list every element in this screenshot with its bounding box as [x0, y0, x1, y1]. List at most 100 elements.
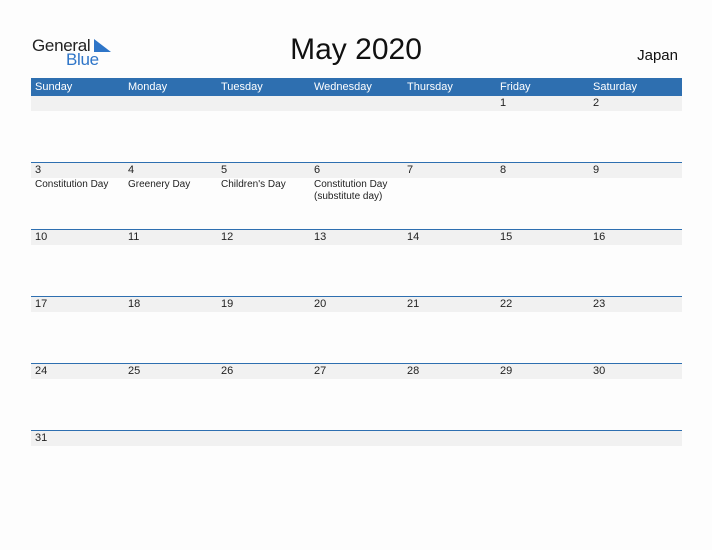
day-number: 14 — [403, 230, 496, 245]
day-number: 26 — [217, 364, 310, 379]
weekday-friday: Friday — [500, 81, 531, 93]
weekday-monday: Monday — [128, 81, 168, 93]
day-number: 5 — [217, 163, 310, 178]
day-cell: 24 — [31, 364, 124, 430]
day-cell: 10 — [31, 230, 124, 296]
day-cell: 20 — [310, 297, 403, 363]
day-cell: 5 Children's Day — [217, 163, 310, 229]
day-number: 22 — [496, 297, 589, 312]
day-number — [124, 431, 217, 446]
day-cell: 13 — [310, 230, 403, 296]
day-cell: 12 — [217, 230, 310, 296]
day-cell: 2 — [589, 96, 682, 162]
day-number: 19 — [217, 297, 310, 312]
day-number: 6 — [310, 163, 403, 178]
day-number: 11 — [124, 230, 217, 245]
day-number: 29 — [496, 364, 589, 379]
day-number: 2 — [589, 96, 682, 111]
day-number: 27 — [310, 364, 403, 379]
day-cell — [217, 431, 310, 497]
day-cell: 9 — [589, 163, 682, 229]
day-cell: 11 — [124, 230, 217, 296]
day-cell — [310, 96, 403, 162]
weekday-sunday: Sunday — [35, 81, 73, 93]
day-number: 4 — [124, 163, 217, 178]
holiday-label: Greenery Day — [128, 179, 191, 190]
day-cell: 19 — [217, 297, 310, 363]
day-number — [31, 96, 124, 111]
day-cell: 30 — [589, 364, 682, 430]
day-number: 17 — [31, 297, 124, 312]
day-cell: 4 Greenery Day — [124, 163, 217, 229]
day-cell: 26 — [217, 364, 310, 430]
weekday-saturday: Saturday — [593, 81, 638, 93]
day-number — [589, 431, 682, 446]
day-cell: 18 — [124, 297, 217, 363]
day-cell: 22 — [496, 297, 589, 363]
day-number: 30 — [589, 364, 682, 379]
day-cell: 15 — [496, 230, 589, 296]
day-number: 12 — [217, 230, 310, 245]
day-cell — [403, 96, 496, 162]
day-number: 24 — [31, 364, 124, 379]
day-number: 28 — [403, 364, 496, 379]
day-cell: 25 — [124, 364, 217, 430]
weekday-wednesday: Wednesday — [314, 81, 372, 93]
day-number: 16 — [589, 230, 682, 245]
day-cell: 8 — [496, 163, 589, 229]
day-number — [403, 431, 496, 446]
day-number — [217, 96, 310, 111]
holiday-label: Children's Day — [221, 179, 286, 190]
day-cell — [31, 96, 124, 162]
day-cell: 16 — [589, 230, 682, 296]
day-number: 15 — [496, 230, 589, 245]
day-cell: 23 — [589, 297, 682, 363]
day-cell: 31 — [31, 431, 124, 497]
day-cell — [496, 431, 589, 497]
day-cell: 21 — [403, 297, 496, 363]
weeks-container: 1 2 3 Constitution Day 4 Greenery Day 5 Childre… — [31, 96, 682, 497]
day-cell: 17 — [31, 297, 124, 363]
day-cell: 7 — [403, 163, 496, 229]
day-cell — [124, 96, 217, 162]
week-row: 10 11 12 13 14 15 16 — [31, 229, 682, 296]
day-number: 13 — [310, 230, 403, 245]
day-number: 20 — [310, 297, 403, 312]
day-cell: 3 Constitution Day — [31, 163, 124, 229]
day-number — [217, 431, 310, 446]
day-number: 10 — [31, 230, 124, 245]
day-cell — [403, 431, 496, 497]
day-cell: 14 — [403, 230, 496, 296]
day-number: 1 — [496, 96, 589, 111]
day-number — [403, 96, 496, 111]
day-cell — [124, 431, 217, 497]
week-row: 31 — [31, 430, 682, 497]
calendar-grid: Sunday Monday Tuesday Wednesday Thursday… — [31, 78, 682, 497]
day-cell: 1 — [496, 96, 589, 162]
day-cell — [310, 431, 403, 497]
day-cell — [589, 431, 682, 497]
week-row: 24 25 26 27 28 29 30 — [31, 363, 682, 430]
day-cell: 27 — [310, 364, 403, 430]
day-number: 9 — [589, 163, 682, 178]
day-number — [310, 431, 403, 446]
country-label: Japan — [637, 47, 678, 64]
day-cell: 6 Constitution Day (substitute day) — [310, 163, 403, 229]
weekday-header: Sunday Monday Tuesday Wednesday Thursday… — [31, 78, 682, 96]
week-row: 12 — [31, 96, 682, 162]
calendar-title: May 2020 — [290, 33, 422, 66]
day-number: 25 — [124, 364, 217, 379]
weekday-thursday: Thursday — [407, 81, 453, 93]
day-number: 7 — [403, 163, 496, 178]
week-row: 3 Constitution Day 4 Greenery Day 5 Children'… — [31, 162, 682, 229]
day-number: 18 — [124, 297, 217, 312]
day-cell: 29 — [496, 364, 589, 430]
weekday-tuesday: Tuesday — [221, 81, 263, 93]
day-cell: 28 — [403, 364, 496, 430]
day-number: 8 — [496, 163, 589, 178]
holiday-label: Constitution Day — [35, 179, 109, 190]
day-number: 31 — [31, 431, 124, 446]
day-number: 23 — [589, 297, 682, 312]
holiday-label: Constitution Day (substitute day) — [314, 179, 388, 202]
day-number — [496, 431, 589, 446]
